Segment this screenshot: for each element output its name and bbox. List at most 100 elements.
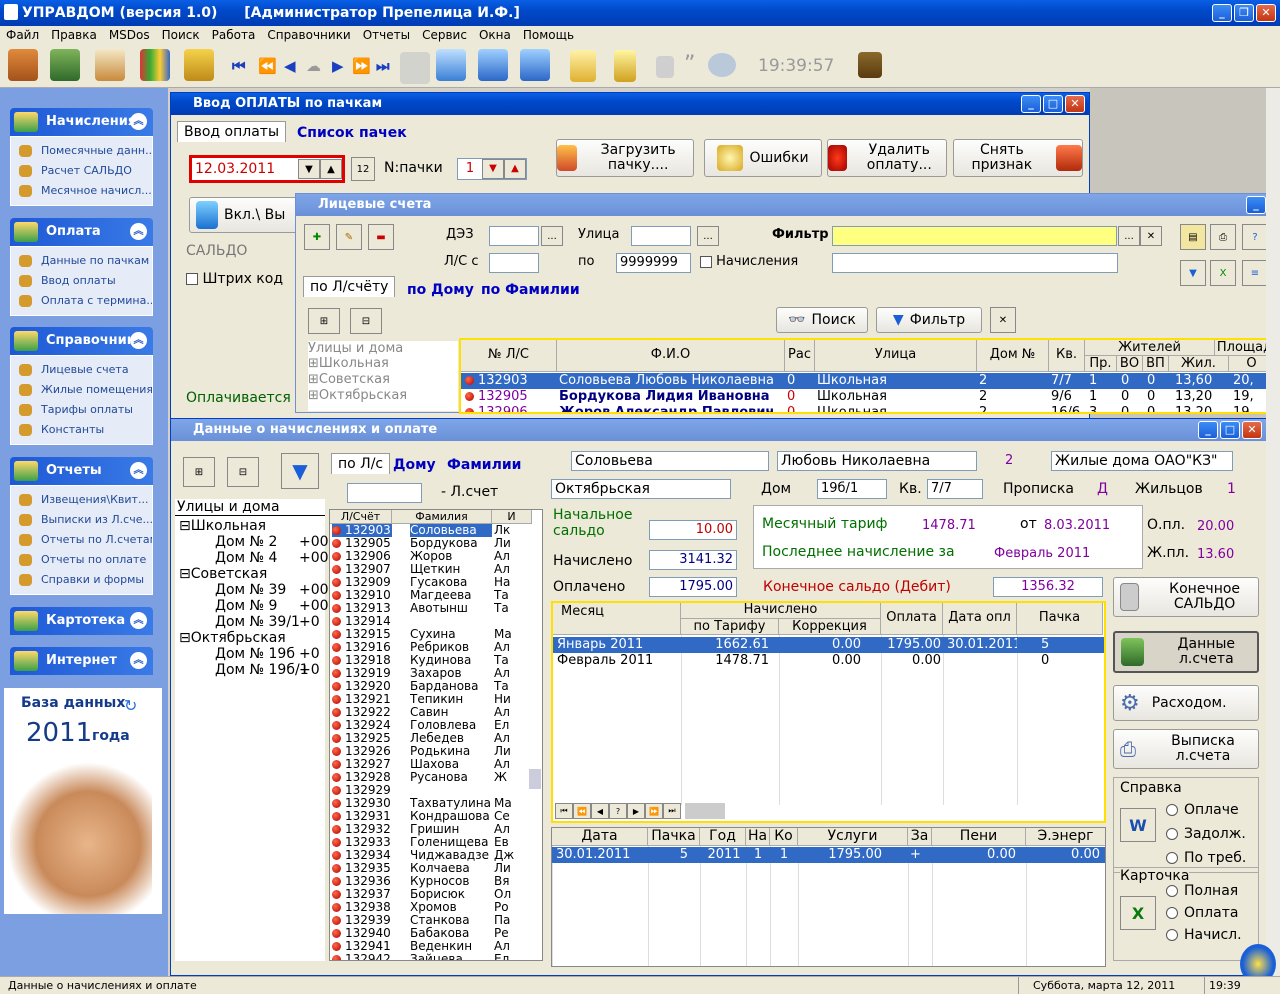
quote-icon[interactable]: ” [684,52,695,77]
end-saldo-button[interactable]: Конечное САЛЬДО [1113,577,1259,617]
collapse-tree-icon[interactable]: ⊟ [350,308,382,334]
payment-header[interactable]: Услуги [798,828,908,846]
search-button[interactable]: 👓 Поиск [776,307,868,333]
sidebar-item[interactable]: Отчеты по оплате [11,550,152,570]
first-icon[interactable]: ⏮ [555,803,573,819]
collapse-icon[interactable]: ⊟ [179,518,191,534]
list-header[interactable]: И [492,510,532,524]
chevron-up-icon[interactable]: ︽ [130,652,147,669]
account-data-button[interactable]: Данные л.счета [1113,631,1259,673]
list-item[interactable]: 132941 Веденкин Ал [330,940,542,953]
sidebar-item[interactable]: Данные по пачкам [11,251,152,271]
sidebar-item[interactable]: Оплата с термина... [11,291,152,311]
expand-tree-icon[interactable]: ⊞ [308,308,340,334]
dez-field[interactable] [489,226,539,246]
grid-header[interactable]: Ф.И.О [557,340,785,372]
tree-house[interactable]: Дом № 19б/1 +0 [215,662,325,678]
ls-search-field[interactable] [347,483,422,503]
lightbulb-icon[interactable] [614,50,636,82]
maximize-button[interactable]: ❐ [1234,4,1254,22]
first-record-icon[interactable]: ⏮ [232,57,246,75]
sidebar-group-header[interactable]: Начисления ︽ [10,108,153,136]
sidebar-item[interactable]: Константы [11,420,152,440]
menu-item[interactable]: MSDos [109,26,150,44]
map-icon[interactable] [436,49,466,81]
list-header[interactable]: Л/Счёт [330,510,392,524]
list-item[interactable]: 132906 Жоров Ал [330,550,542,563]
sidebar-group-header[interactable]: Картотека ︽ [10,607,153,635]
radio-option[interactable]: Оплата [1166,902,1242,924]
filter-field[interactable] [832,226,1117,246]
grid-header[interactable]: № Л/С [461,340,557,372]
next-page-icon[interactable]: ⏩ [352,57,371,75]
expand-icon[interactable]: ⊞ [308,372,319,387]
menu-item[interactable]: Сервис [422,26,467,44]
payment-header[interactable]: Дата [552,828,648,846]
sort-icon[interactable]: ≡ [1242,260,1268,286]
table-row[interactable]: 132905 Бордукова Лидия Ивановна 0 Школьная 2… [461,389,1266,405]
print-icon[interactable]: ⎙ [1210,224,1236,250]
filter-clear-button[interactable]: ✕ [1140,226,1162,246]
details-funnel-icon[interactable]: ▼ [281,453,319,489]
excel-card-icon[interactable]: X [1120,896,1156,930]
list-item[interactable]: 132915 Сухина Ма [330,628,542,641]
excel-icon[interactable]: X [1210,260,1236,286]
list-item[interactable]: 132931 Кондрашова Се [330,810,542,823]
tree-street[interactable]: ⊞Школьная [308,356,458,372]
chevron-up-icon[interactable]: ︽ [130,612,147,629]
date-field[interactable]: 12.03.2011 ▼ ▲ [189,155,345,183]
month-row[interactable]: Февраль 2011 1478.71 0.00 0.00 0 [553,653,1104,669]
collapse-icon[interactable]: ⊟ [179,630,191,646]
grid-header[interactable]: Рас [785,340,815,372]
list-item[interactable]: 132935 Колчаева Ли [330,862,542,875]
unmark-button[interactable]: Снять признак [953,139,1083,177]
last-record-icon[interactable]: ⏭ [376,57,390,75]
sidebar-group-header[interactable]: Интернет ︽ [10,647,153,675]
delete-payment-button[interactable]: Удалить оплату... [827,139,947,177]
payment-header[interactable]: Пачка [648,828,700,846]
tab-by-account[interactable]: по Л/счёту [303,276,396,297]
expense-button[interactable]: ⚙ Расходом. [1113,685,1259,721]
menu-item[interactable]: Окна [479,26,511,44]
binders-icon[interactable] [140,49,170,81]
name-field[interactable]: Любовь Николаевна [777,451,977,471]
tab-details-name[interactable]: Фамилии [441,455,527,475]
list-item[interactable]: 132925 Лебедев Ал [330,732,542,745]
sidebar-item[interactable]: Лицевые счета [11,360,152,380]
date-dropdown-button[interactable]: ▼ [298,159,320,179]
sidebar-group-header[interactable]: Отчеты ︽ [10,457,153,485]
expand-icon[interactable]: ⊞ [308,356,319,371]
street-value[interactable]: Октябрьская [551,479,731,499]
details-maximize-button[interactable]: □ [1220,421,1240,439]
list-item[interactable]: 132903 Соловьева Лк [330,524,542,537]
prev-record-icon[interactable]: ◀ [284,57,296,75]
next-record-icon[interactable]: ▶ [332,57,344,75]
kv-value[interactable]: 7/7 [927,479,983,499]
month-header[interactable]: Оплата [881,603,943,635]
tree-street[interactable]: ⊞Советская [308,372,458,388]
list-header[interactable]: Фамилия [392,510,492,524]
list-item[interactable]: 132942 Зайцева Ел [330,953,542,960]
radio-option[interactable]: Оплаче [1166,798,1246,822]
last-icon[interactable]: ⏭ [663,803,681,819]
pack-field[interactable]: 1 ▼ ▲ [457,158,527,180]
list-item[interactable]: 132928 Русанова Ж [330,771,542,784]
payment-header[interactable]: Ко [770,828,798,846]
list-item[interactable]: 132910 Магдеева Та [330,589,542,602]
calendar-icon[interactable]: 12 [351,157,375,181]
report-icon[interactable]: ▤ [1180,224,1206,250]
list-item[interactable]: 132907 Щеткин Ал [330,563,542,576]
list-item[interactable]: 132927 Шахова Ал [330,758,542,771]
tab-details-house[interactable]: Дому [387,455,442,475]
payment-minimize-button[interactable]: _ [1021,95,1041,113]
list-item[interactable]: 132937 Борисюк Ол [330,888,542,901]
list-item[interactable]: 132916 Ребриков Ал [330,641,542,654]
month-header[interactable]: Пачка [1017,603,1103,635]
sidebar-item[interactable]: Тарифы оплаты [11,400,152,420]
sidebar-item[interactable]: Расчет САЛЬДО [11,161,152,181]
list-item[interactable]: 132936 Курносов Вя [330,875,542,888]
radio-icon[interactable] [1166,907,1178,919]
month-header[interactable]: Начислено [681,603,881,619]
filter-browse-button[interactable]: ... [1118,226,1140,246]
table-row[interactable]: 132906 Жоров Александр Павлович 0 Школьная 2… [461,405,1266,412]
